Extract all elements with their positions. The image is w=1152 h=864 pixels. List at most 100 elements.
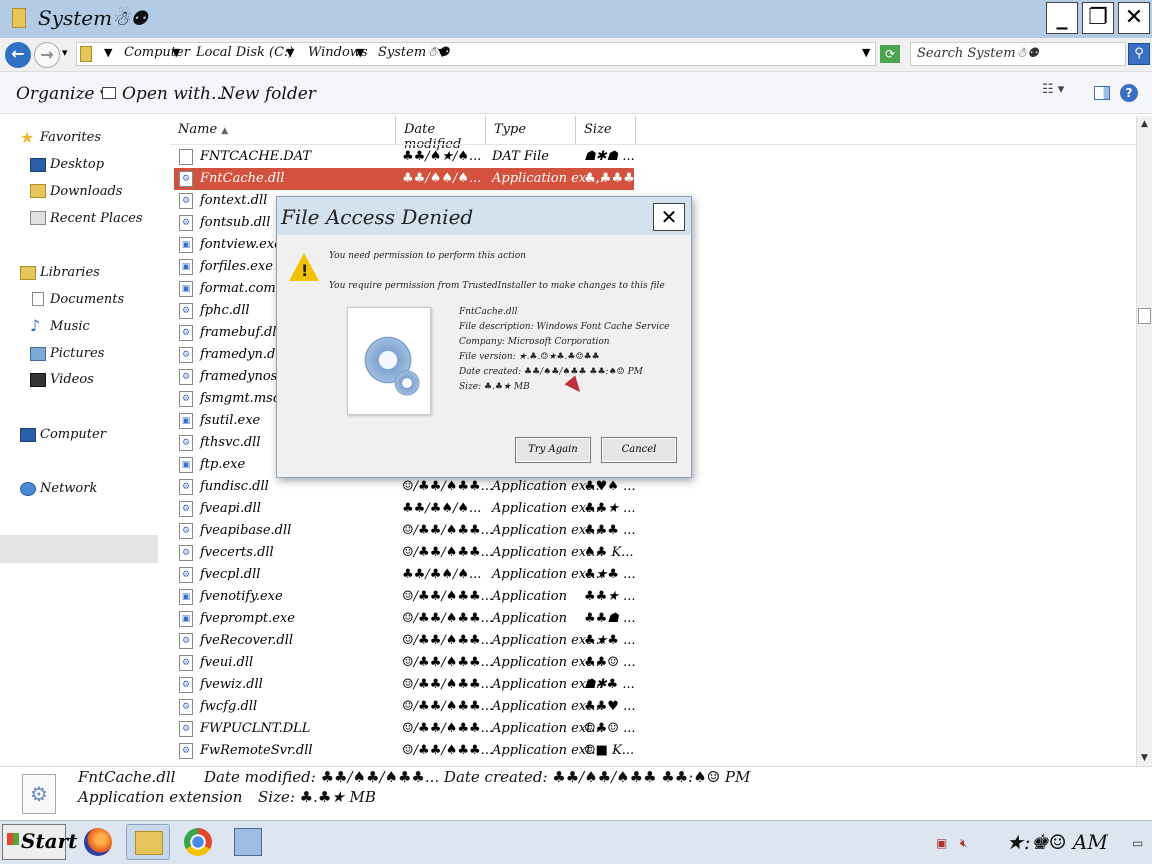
nav-downloads[interactable]: Downloads: [50, 184, 122, 206]
file-row[interactable]: ⚙ fveui.dll ☺/♣♣/♠♣♣... Application ext... ♣…: [174, 652, 636, 674]
computer-icon: [20, 428, 36, 442]
nav-network[interactable]: Network: [40, 481, 97, 503]
history-dropdown-icon[interactable]: ▾: [62, 46, 68, 59]
firefox-taskbar-button[interactable]: [76, 824, 120, 860]
cancel-button[interactable]: Cancel: [601, 437, 677, 463]
file-size: ♣♥♠ ...: [584, 479, 636, 494]
file-icon: ⚙: [179, 303, 193, 319]
file-icon: ▣: [179, 259, 193, 275]
file-date: ☺/♣♣/♠♣♣...: [402, 633, 494, 648]
file-name: framebuf.dll: [200, 325, 281, 340]
address-dropdown-icon[interactable]: ▼: [862, 46, 870, 59]
file-icon: ⚙: [179, 721, 193, 737]
start-button[interactable]: Start: [2, 824, 77, 860]
preview-pane-icon[interactable]: [1094, 86, 1110, 100]
file-row[interactable]: ⚙ fvecerts.dll ☺/♣♣/♠♣♣... Application ext.…: [174, 542, 634, 564]
maximize-button[interactable]: ❐: [1082, 2, 1114, 34]
nav-libraries[interactable]: Libraries: [40, 265, 100, 287]
file-date: ♣♣/♠♠/♠...: [402, 171, 482, 186]
file-row[interactable]: ⚙ fvecpl.dll ♣♣/♣♠/♠... Application ext... ♣…: [174, 564, 636, 586]
chrome-taskbar-button[interactable]: [176, 824, 220, 860]
column-header-date[interactable]: Date modified: [396, 116, 486, 152]
file-row[interactable]: ⚙ fveRecover.dll ☺/♣♣/♠♣♣... Application ex…: [174, 630, 636, 652]
close-button[interactable]: ✕: [1118, 2, 1150, 34]
file-date: ☺/♣♣/♠♣♣...: [402, 699, 494, 714]
file-size: ♣★♣ ...: [584, 567, 636, 582]
scroll-thumb[interactable]: [1138, 308, 1151, 324]
dialog-size: Size: ♣.♣★ MB: [459, 382, 530, 392]
file-name: fveui.dll: [200, 655, 254, 670]
refresh-icon[interactable]: ⟳: [880, 45, 900, 63]
explorer-taskbar-button[interactable]: [126, 824, 170, 860]
nav-selection: [0, 535, 158, 563]
chevron-down-icon[interactable]: ▼: [356, 46, 364, 59]
chrome-icon: [184, 828, 212, 856]
open-with-button[interactable]: Open with...: [122, 84, 227, 104]
file-size: ☺■ K...: [584, 743, 635, 758]
nav-favorites[interactable]: Favorites: [40, 130, 101, 152]
nav-videos[interactable]: Videos: [50, 372, 94, 394]
scroll-down-icon[interactable]: ▼: [1137, 750, 1152, 766]
nav-desktop[interactable]: Desktop: [50, 157, 104, 179]
column-header-name[interactable]: Name ▲: [170, 116, 396, 144]
videos-icon: [30, 373, 46, 387]
back-button[interactable]: ←: [5, 42, 31, 68]
dialog-close-button[interactable]: ✕: [653, 203, 685, 231]
file-row[interactable]: ⚙ fvewiz.dll ☺/♣♣/♠♣♣... Application ext...…: [174, 674, 635, 696]
file-type: Application: [492, 589, 567, 604]
try-again-button[interactable]: Try Again: [515, 437, 591, 463]
file-row[interactable]: ⚙ FntCache.dll ♣♣/♠♠/♠... Application ext..…: [174, 168, 651, 190]
file-icon: ⚙: [179, 193, 193, 209]
file-size: ☗✱☗ ...: [584, 149, 635, 164]
chevron-down-icon[interactable]: ▼: [172, 46, 180, 59]
volume-muted-icon[interactable]: 🔇︎: [960, 836, 968, 851]
header-divider: [170, 144, 1136, 145]
music-icon: ♪: [30, 316, 41, 335]
file-size: ♣♣★ ...: [584, 589, 636, 604]
breadcrumb-local-disk[interactable]: Local Disk (C:): [196, 45, 294, 60]
column-header-size[interactable]: Size: [576, 116, 636, 144]
file-row[interactable]: FNTCACHE.DAT ♣♣/♠★/♠... DAT File ☗✱☗ ...: [174, 146, 635, 168]
search-input[interactable]: Search System☃︎⚉︎: [910, 42, 1126, 66]
file-name: fphc.dll: [200, 303, 250, 318]
scroll-up-icon[interactable]: ▲: [1137, 116, 1152, 132]
search-icon[interactable]: ⚲: [1128, 43, 1150, 65]
new-folder-button[interactable]: New folder: [220, 84, 316, 104]
file-icon: ⚙: [179, 171, 193, 187]
nav-music[interactable]: Music: [50, 319, 90, 341]
file-row[interactable]: ⚙ fwcfg.dll ☺/♣♣/♠♣♣... Application ext... ♣…: [174, 696, 636, 718]
file-row[interactable]: ⚙ fveapi.dll ♣♣/♣♠/♠... Application ext... ♣…: [174, 498, 636, 520]
star-icon: ★: [20, 128, 35, 147]
network-warning-icon[interactable]: ▣: [936, 836, 947, 850]
help-icon[interactable]: ?: [1120, 84, 1138, 102]
libraries-icon: [20, 266, 36, 280]
vertical-scrollbar[interactable]: ▲ ▼: [1136, 116, 1152, 766]
file-date: ☺/♣♣/♠♣♣...: [402, 721, 494, 736]
file-icon: ⚙: [179, 369, 193, 385]
app-taskbar-button[interactable]: [226, 824, 270, 860]
file-row[interactable]: ⚙ FWPUCLNT.DLL ☺/♣♣/♠♣♣... Application ext.…: [174, 718, 636, 740]
view-options-icon[interactable]: ☷ ▾: [1042, 82, 1064, 97]
clock[interactable]: ★:♚☺ AM: [1006, 830, 1108, 854]
forward-button[interactable]: →: [34, 42, 60, 68]
nav-recent-places[interactable]: Recent Places: [50, 211, 143, 233]
chevron-down-icon[interactable]: ▼: [104, 46, 112, 59]
file-icon: ▣: [179, 589, 193, 605]
minimize-button[interactable]: _: [1046, 2, 1078, 34]
file-name: fwcfg.dll: [200, 699, 258, 714]
organize-button[interactable]: Organize ▾: [16, 84, 108, 104]
file-row[interactable]: ⚙ fveapibase.dll ☺/♣♣/♠♣♣... Application ex…: [174, 520, 636, 542]
nav-pictures[interactable]: Pictures: [50, 346, 104, 368]
chevron-down-icon[interactable]: ▼: [438, 46, 446, 59]
file-row[interactable]: ▣ fveprompt.exe ☺/♣♣/♠♣♣... Application ♣♣☗ …: [174, 608, 636, 630]
nav-computer[interactable]: Computer: [40, 427, 106, 449]
file-date: ☺/♣♣/♠♣♣...: [402, 743, 494, 758]
column-header-type[interactable]: Type: [486, 116, 576, 144]
file-row[interactable]: ▣ fvenotify.exe ☺/♣♣/♠♣♣... Application ♣♣★ …: [174, 586, 636, 608]
nav-documents[interactable]: Documents: [50, 292, 124, 314]
file-size: ♠♣ K...: [584, 545, 634, 560]
chevron-down-icon[interactable]: ▼: [286, 46, 294, 59]
show-desktop-icon[interactable]: ▭: [1132, 836, 1143, 850]
file-row[interactable]: ⚙ FwRemoteSvr.dll ☺/♣♣/♠♣♣... Application e…: [174, 740, 634, 762]
file-row[interactable]: ⚙ fundisc.dll ☺/♣♣/♠♣♣... Application ext..…: [174, 476, 636, 498]
